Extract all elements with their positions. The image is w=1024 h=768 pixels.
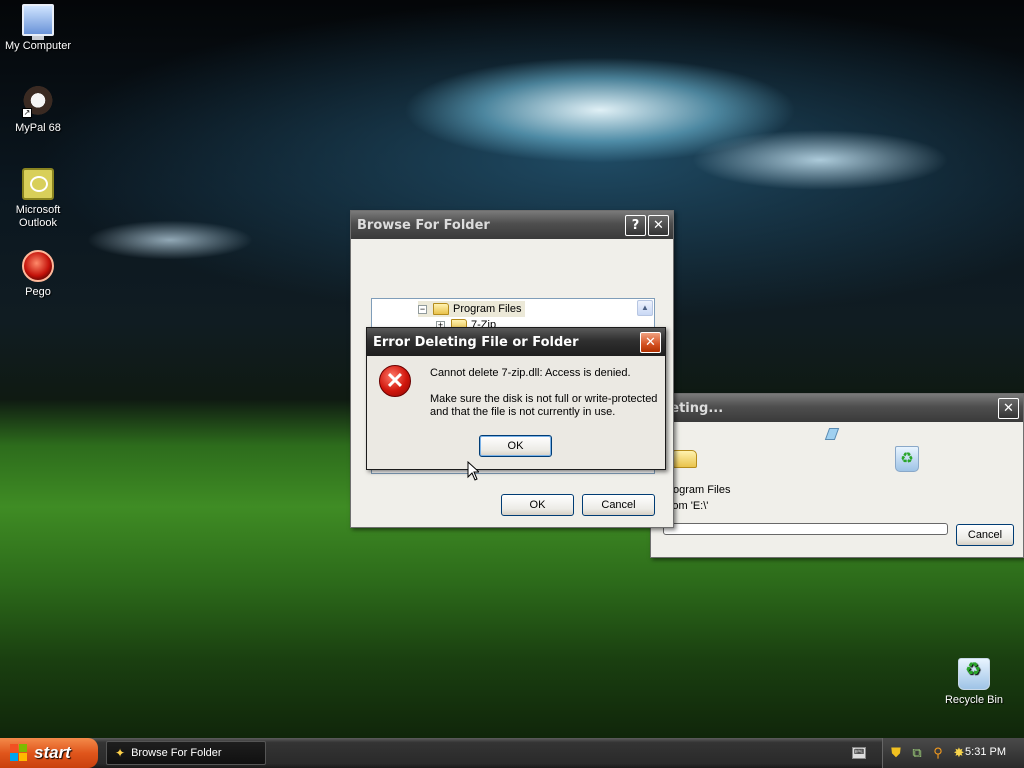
error-close-button[interactable]: ✕ [640,331,661,353]
browse-titlebar[interactable]: Browse For Folder ? ✕ [351,211,673,239]
folder-icon [673,450,697,468]
keyboard-icon[interactable]: ⌨ [852,747,866,759]
system-tray: ⛊ ⧉ ⚲ ✸ 5:31 PM [882,738,1024,768]
browse-title: Browse For Folder [357,217,490,233]
folder-open-icon [433,303,449,315]
delete-progress-bar [663,523,948,535]
deleting-cancel-button[interactable]: Cancel [956,524,1014,546]
taskbar-button-label: Browse For Folder [131,747,222,759]
browse-ok-button[interactable]: OK [501,494,574,516]
error-detail-line2: and that the file is not currently in us… [430,406,616,418]
help-button[interactable]: ? [625,214,646,236]
search-icon[interactable]: ⚲ [930,745,946,761]
error-icon: ✕ [379,365,411,397]
error-message: Cannot delete 7-zip.dll: Access is denie… [430,367,631,379]
desktop-icon-label: My Computer [4,40,72,52]
start-label: start [34,743,71,762]
taskbar-button-browse-for-folder[interactable]: ✦ Browse For Folder [106,741,266,765]
desktop-icon-outlook[interactable]: Microsoft Outlook [0,168,76,230]
mypal-icon: ↗ [22,86,54,118]
browse-close-button[interactable]: ✕ [648,214,669,236]
desktop-icon-mypal[interactable]: ↗ MyPal 68 [0,86,76,135]
error-title: Error Deleting File or Folder [373,334,579,350]
recycle-bin-target-icon: ♻ [895,446,919,472]
recycle-bin-icon [958,658,990,690]
network-icon[interactable]: ⧉ [909,745,925,761]
tree-item-program-files[interactable]: − Program Files [418,301,526,317]
my-computer-icon [22,4,54,40]
error-detail-line1: Make sure the disk is not full or write-… [430,393,658,405]
outlook-icon [22,168,54,200]
windows-flag-icon [10,744,28,762]
collapse-icon[interactable]: − [418,304,427,314]
scroll-up-arrow-icon[interactable]: ▲ [637,300,653,316]
error-dialog: Error Deleting File or Folder ✕ ✕ Cannot… [366,327,666,470]
deleting-dialog: eleting... ✕ ♻ Program Files From 'E:\' … [650,393,1024,558]
browse-cancel-button[interactable]: Cancel [582,494,655,516]
shortcut-arrow-icon: ↗ [22,108,32,118]
desktop-icon-my-computer[interactable]: My Computer [0,4,76,53]
desktop-icon-label: Recycle Bin [944,694,1004,706]
desktop-icon-pego[interactable]: Pego [0,250,76,299]
flying-paper-icon [824,428,840,440]
desktop-icon-label: MyPal 68 [15,122,61,134]
start-button[interactable]: start [0,738,98,768]
mouse-cursor-icon [467,461,479,481]
tree-item-label: Program Files [453,303,522,315]
clock[interactable]: 5:31 PM [965,746,1006,758]
pego-icon [22,250,54,282]
deleting-title: eleting... [657,400,724,416]
error-ok-button[interactable]: OK [479,435,552,457]
desktop-icon-label: Pego [25,286,51,298]
error-titlebar[interactable]: Error Deleting File or Folder ✕ [367,328,665,356]
taskbar: start ✦ Browse For Folder ⌨ ⛊ ⧉ ⚲ ✸ 5:31… [0,738,1024,768]
desktop-icon-label: Microsoft Outlook [15,204,61,229]
deleting-titlebar[interactable]: eleting... ✕ [651,394,1023,422]
security-shield-icon[interactable]: ⛊ [888,745,904,761]
wand-icon: ✦ [115,746,126,760]
deleting-close-button[interactable]: ✕ [998,397,1019,419]
desktop-icon-recycle-bin[interactable]: Recycle Bin [936,658,1012,707]
